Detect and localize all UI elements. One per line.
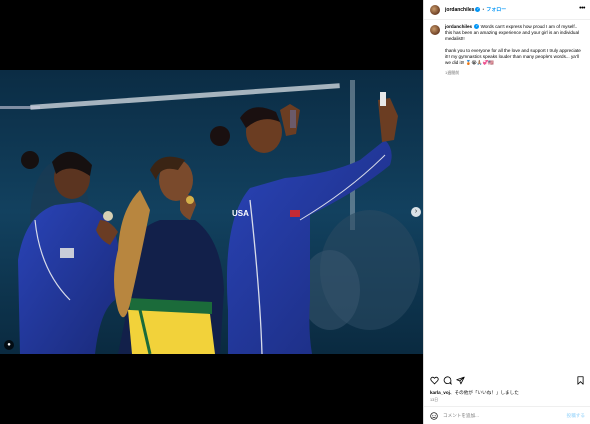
medalists-photo: USA (0, 70, 423, 354)
post-photo[interactable]: USA (0, 70, 423, 354)
caption: jordanchiles ✓ Words can't express how p… (430, 24, 585, 76)
post-username[interactable]: jordanchiles (445, 7, 474, 13)
post-comment-button[interactable]: 投稿する (567, 413, 585, 419)
comment-bar: 投稿する (424, 406, 590, 424)
next-photo-button[interactable]: › (411, 207, 421, 217)
user-tag-icon: ● (7, 342, 11, 348)
chevron-right-icon: › (414, 208, 418, 215)
liked-by-user[interactable]: karla_voj (430, 390, 450, 395)
liked-by-suffix[interactable]: 、その他が「いいね！」しました (450, 390, 519, 395)
comment-icon[interactable] (443, 376, 452, 385)
emoji-icon[interactable] (430, 411, 438, 420)
more-options-icon[interactable]: ••• (579, 5, 585, 13)
verified-badge-icon: ✓ (475, 7, 481, 12)
media-viewer: USA › ● (0, 0, 423, 424)
follow-button[interactable]: フォロー (486, 6, 506, 13)
caption-avatar[interactable] (430, 25, 440, 35)
post-header: jordanchiles ✓ • フォロー ••• (424, 0, 590, 20)
bookmark-icon[interactable] (576, 376, 585, 385)
share-icon[interactable] (456, 376, 465, 385)
separator-dot: • (482, 6, 485, 13)
caption-username[interactable]: jordanchiles (445, 24, 472, 29)
jersey-usa-text: USA (232, 209, 249, 218)
user-tag-button[interactable]: ● (4, 340, 14, 350)
caption-time: 1週間前 (445, 70, 460, 75)
comment-input[interactable] (443, 413, 563, 418)
avatar[interactable] (430, 4, 440, 15)
heart-icon[interactable] (430, 376, 439, 385)
caption-text-2: thank you to everyone for all the love a… (445, 48, 581, 65)
likes-summary: karla_voj、その他が「いいね！」しました (430, 390, 519, 396)
post-date: 13日 (430, 398, 439, 402)
post-side-panel: jordanchiles ✓ • フォロー ••• jordanchiles ✓… (423, 0, 590, 424)
action-bar (430, 376, 585, 386)
verified-badge-icon: ✓ (474, 24, 480, 30)
caption-body: jordanchiles ✓ Words can't express how p… (445, 24, 585, 76)
